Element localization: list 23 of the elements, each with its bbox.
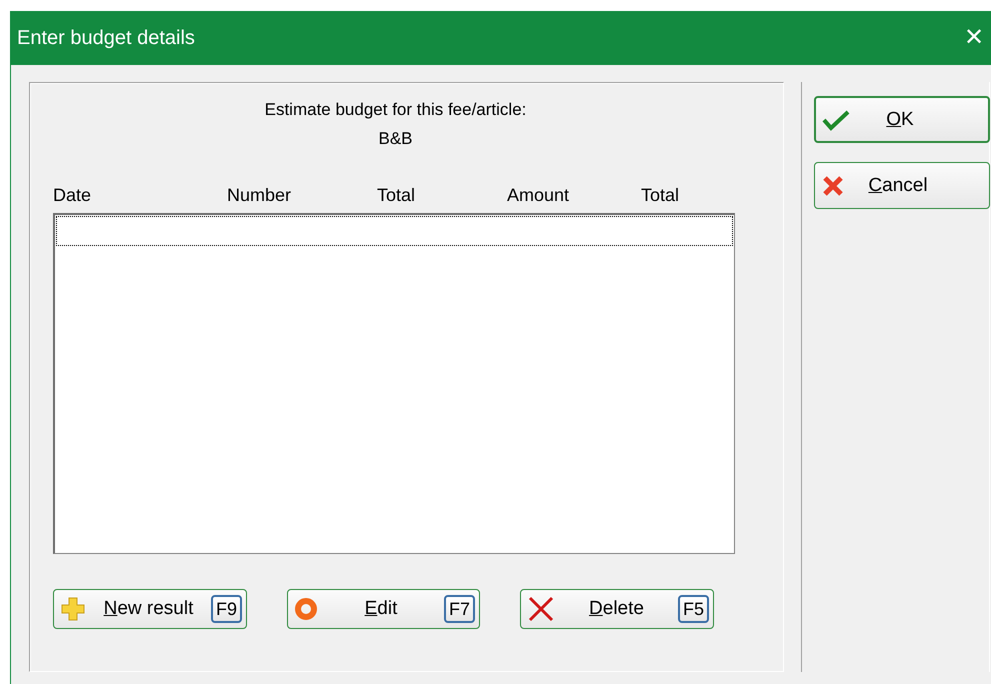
shortcut-key: F7 — [444, 595, 475, 623]
heading-text: Estimate budget for this fee/article: — [264, 100, 528, 120]
add-button[interactable]: New result F9 — [53, 589, 247, 629]
cross-icon — [821, 174, 845, 198]
list-row[interactable] — [56, 216, 733, 246]
checkmark-icon — [822, 108, 850, 130]
plus-icon — [60, 596, 86, 622]
ring-icon — [294, 597, 318, 621]
column-header: Amount — [507, 185, 570, 207]
column-header: Total — [377, 185, 416, 207]
window-title: Enter budget details — [17, 26, 195, 50]
column-header: Total — [641, 185, 680, 207]
cancel-button[interactable]: Cancel — [814, 162, 990, 209]
delete-button[interactable]: Delete F5 — [520, 589, 714, 629]
column-header: Number — [227, 185, 292, 207]
cross-icon — [527, 595, 555, 623]
shortcut-key: F5 — [678, 595, 709, 623]
article-name: B&B — [377, 129, 414, 149]
close-button[interactable]: ✕ — [964, 26, 984, 50]
edit-button[interactable]: Edit F7 — [287, 589, 480, 629]
ok-button[interactable]: OK — [814, 96, 990, 143]
shortcut-key: F9 — [210, 595, 242, 623]
column-header: Date — [53, 185, 92, 207]
